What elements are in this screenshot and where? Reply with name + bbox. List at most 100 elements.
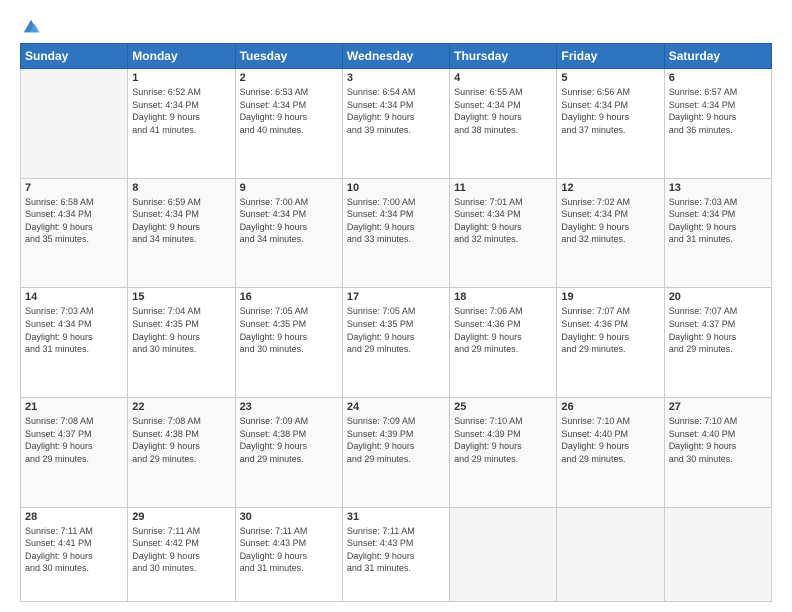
header <box>20 18 772 33</box>
day-number: 2 <box>240 72 338 84</box>
calendar-cell: 5 Sunrise: 6:56 AMSunset: 4:34 PMDaylight… <box>557 69 664 179</box>
day-info: Sunrise: 6:52 AMSunset: 4:34 PMDaylight:… <box>132 86 230 136</box>
day-number: 13 <box>669 182 767 194</box>
day-number: 15 <box>132 291 230 303</box>
day-info: Sunrise: 7:03 AMSunset: 4:34 PMDaylight:… <box>25 305 123 355</box>
calendar-cell: 17Sunrise: 7:05 AMSunset: 4:35 PMDayligh… <box>342 288 449 398</box>
calendar-cell: 21 Sunrise: 7:08 AMSunset: 4:37 PMDayligh… <box>21 397 128 507</box>
day-number: 30 <box>240 511 338 523</box>
calendar-cell: 3 Sunrise: 6:54 AMSunset: 4:34 PMDaylight… <box>342 69 449 179</box>
calendar-cell: 27 Sunrise: 7:10 AMSunset: 4:40 PMDayligh… <box>664 397 771 507</box>
weekday-header-wednesday: Wednesday <box>342 44 449 69</box>
day-info: Sunrise: 6:58 AMSunset: 4:34 PMDaylight:… <box>25 196 123 246</box>
calendar-cell: 15Sunrise: 7:04 AMSunset: 4:35 PMDayligh… <box>128 288 235 398</box>
day-info: Sunrise: 7:02 AMSunset: 4:34 PMDaylight:… <box>561 196 659 246</box>
day-number: 14 <box>25 291 123 303</box>
day-number: 24 <box>347 401 445 413</box>
calendar-cell: 14 Sunrise: 7:03 AMSunset: 4:34 PMDayligh… <box>21 288 128 398</box>
day-info: Sunrise: 7:11 AMSunset: 4:43 PMDaylight:… <box>240 525 338 575</box>
weekday-header-tuesday: Tuesday <box>235 44 342 69</box>
day-info: Sunrise: 7:10 AMSunset: 4:39 PMDaylight:… <box>454 415 552 465</box>
day-info: Sunrise: 7:01 AMSunset: 4:34 PMDaylight:… <box>454 196 552 246</box>
calendar-cell: 25 Sunrise: 7:10 AMSunset: 4:39 PMDayligh… <box>450 397 557 507</box>
calendar-cell: 4Sunrise: 6:55 AMSunset: 4:34 PMDaylight… <box>450 69 557 179</box>
day-info: Sunrise: 7:10 AMSunset: 4:40 PMDaylight:… <box>561 415 659 465</box>
calendar-cell: 2 Sunrise: 6:53 AMSunset: 4:34 PMDaylight… <box>235 69 342 179</box>
day-number: 16 <box>240 291 338 303</box>
page: SundayMondayTuesdayWednesdayThursdayFrid… <box>0 0 792 612</box>
day-info: Sunrise: 7:10 AMSunset: 4:40 PMDaylight:… <box>669 415 767 465</box>
day-number: 19 <box>561 291 659 303</box>
calendar-cell: 28 Sunrise: 7:11 AMSunset: 4:41 PMDayligh… <box>21 507 128 601</box>
day-info: Sunrise: 7:07 AMSunset: 4:36 PMDaylight:… <box>561 305 659 355</box>
day-number: 20 <box>669 291 767 303</box>
calendar-cell: 26 Sunrise: 7:10 AMSunset: 4:40 PMDayligh… <box>557 397 664 507</box>
calendar-cell: 30 Sunrise: 7:11 AMSunset: 4:43 PMDayligh… <box>235 507 342 601</box>
weekday-header-sunday: Sunday <box>21 44 128 69</box>
calendar-cell: 6 Sunrise: 6:57 AMSunset: 4:34 PMDaylight… <box>664 69 771 179</box>
calendar-cell: 1 Sunrise: 6:52 AMSunset: 4:34 PMDaylight… <box>128 69 235 179</box>
weekday-header-saturday: Saturday <box>664 44 771 69</box>
calendar-cell: 13 Sunrise: 7:03 AMSunset: 4:34 PMDayligh… <box>664 178 771 288</box>
day-info: Sunrise: 7:07 AMSunset: 4:37 PMDaylight:… <box>669 305 767 355</box>
day-info: Sunrise: 7:03 AMSunset: 4:34 PMDaylight:… <box>669 196 767 246</box>
calendar-cell: 9 Sunrise: 7:00 AMSunset: 4:34 PMDaylight… <box>235 178 342 288</box>
calendar-week-row: 7 Sunrise: 6:58 AMSunset: 4:34 PMDaylight… <box>21 178 772 288</box>
day-number: 31 <box>347 511 445 523</box>
day-info: Sunrise: 7:00 AMSunset: 4:34 PMDaylight:… <box>240 196 338 246</box>
calendar-cell: 29 Sunrise: 7:11 AMSunset: 4:42 PMDayligh… <box>128 507 235 601</box>
logo-icon <box>22 18 40 36</box>
day-info: Sunrise: 7:11 AMSunset: 4:43 PMDaylight:… <box>347 525 445 575</box>
day-info: Sunrise: 7:11 AMSunset: 4:41 PMDaylight:… <box>25 525 123 575</box>
calendar-cell <box>21 69 128 179</box>
day-number: 27 <box>669 401 767 413</box>
calendar-cell: 8 Sunrise: 6:59 AMSunset: 4:34 PMDaylight… <box>128 178 235 288</box>
calendar-table: SundayMondayTuesdayWednesdayThursdayFrid… <box>20 43 772 602</box>
calendar-cell <box>450 507 557 601</box>
day-number: 6 <box>669 72 767 84</box>
day-number: 4 <box>454 72 552 84</box>
day-number: 18 <box>454 291 552 303</box>
calendar-cell: 19 Sunrise: 7:07 AMSunset: 4:36 PMDayligh… <box>557 288 664 398</box>
day-info: Sunrise: 6:57 AMSunset: 4:34 PMDaylight:… <box>669 86 767 136</box>
day-info: Sunrise: 6:59 AMSunset: 4:34 PMDaylight:… <box>132 196 230 246</box>
calendar-week-row: 1 Sunrise: 6:52 AMSunset: 4:34 PMDaylight… <box>21 69 772 179</box>
day-info: Sunrise: 6:54 AMSunset: 4:34 PMDaylight:… <box>347 86 445 136</box>
weekday-header-thursday: Thursday <box>450 44 557 69</box>
calendar-cell: 10Sunrise: 7:00 AMSunset: 4:34 PMDayligh… <box>342 178 449 288</box>
calendar-cell <box>557 507 664 601</box>
day-number: 8 <box>132 182 230 194</box>
day-number: 21 <box>25 401 123 413</box>
calendar-cell: 7 Sunrise: 6:58 AMSunset: 4:34 PMDaylight… <box>21 178 128 288</box>
calendar-cell: 18 Sunrise: 7:06 AMSunset: 4:36 PMDayligh… <box>450 288 557 398</box>
calendar-cell: 22Sunrise: 7:08 AMSunset: 4:38 PMDayligh… <box>128 397 235 507</box>
day-info: Sunrise: 7:09 AMSunset: 4:38 PMDaylight:… <box>240 415 338 465</box>
calendar-week-row: 14 Sunrise: 7:03 AMSunset: 4:34 PMDayligh… <box>21 288 772 398</box>
day-number: 7 <box>25 182 123 194</box>
day-number: 5 <box>561 72 659 84</box>
day-number: 29 <box>132 511 230 523</box>
weekday-header-monday: Monday <box>128 44 235 69</box>
day-number: 25 <box>454 401 552 413</box>
day-number: 12 <box>561 182 659 194</box>
calendar-cell: 16Sunrise: 7:05 AMSunset: 4:35 PMDayligh… <box>235 288 342 398</box>
logo <box>20 18 40 33</box>
calendar-cell <box>664 507 771 601</box>
day-number: 23 <box>240 401 338 413</box>
day-number: 17 <box>347 291 445 303</box>
weekday-header-friday: Friday <box>557 44 664 69</box>
calendar-week-row: 28 Sunrise: 7:11 AMSunset: 4:41 PMDayligh… <box>21 507 772 601</box>
day-info: Sunrise: 6:56 AMSunset: 4:34 PMDaylight:… <box>561 86 659 136</box>
day-number: 26 <box>561 401 659 413</box>
day-number: 28 <box>25 511 123 523</box>
day-info: Sunrise: 7:06 AMSunset: 4:36 PMDaylight:… <box>454 305 552 355</box>
day-info: Sunrise: 7:11 AMSunset: 4:42 PMDaylight:… <box>132 525 230 575</box>
day-number: 1 <box>132 72 230 84</box>
calendar-cell: 20 Sunrise: 7:07 AMSunset: 4:37 PMDayligh… <box>664 288 771 398</box>
day-info: Sunrise: 7:08 AMSunset: 4:37 PMDaylight:… <box>25 415 123 465</box>
day-info: Sunrise: 6:53 AMSunset: 4:34 PMDaylight:… <box>240 86 338 136</box>
day-number: 9 <box>240 182 338 194</box>
day-number: 3 <box>347 72 445 84</box>
calendar-week-row: 21 Sunrise: 7:08 AMSunset: 4:37 PMDayligh… <box>21 397 772 507</box>
calendar-cell: 11Sunrise: 7:01 AMSunset: 4:34 PMDayligh… <box>450 178 557 288</box>
